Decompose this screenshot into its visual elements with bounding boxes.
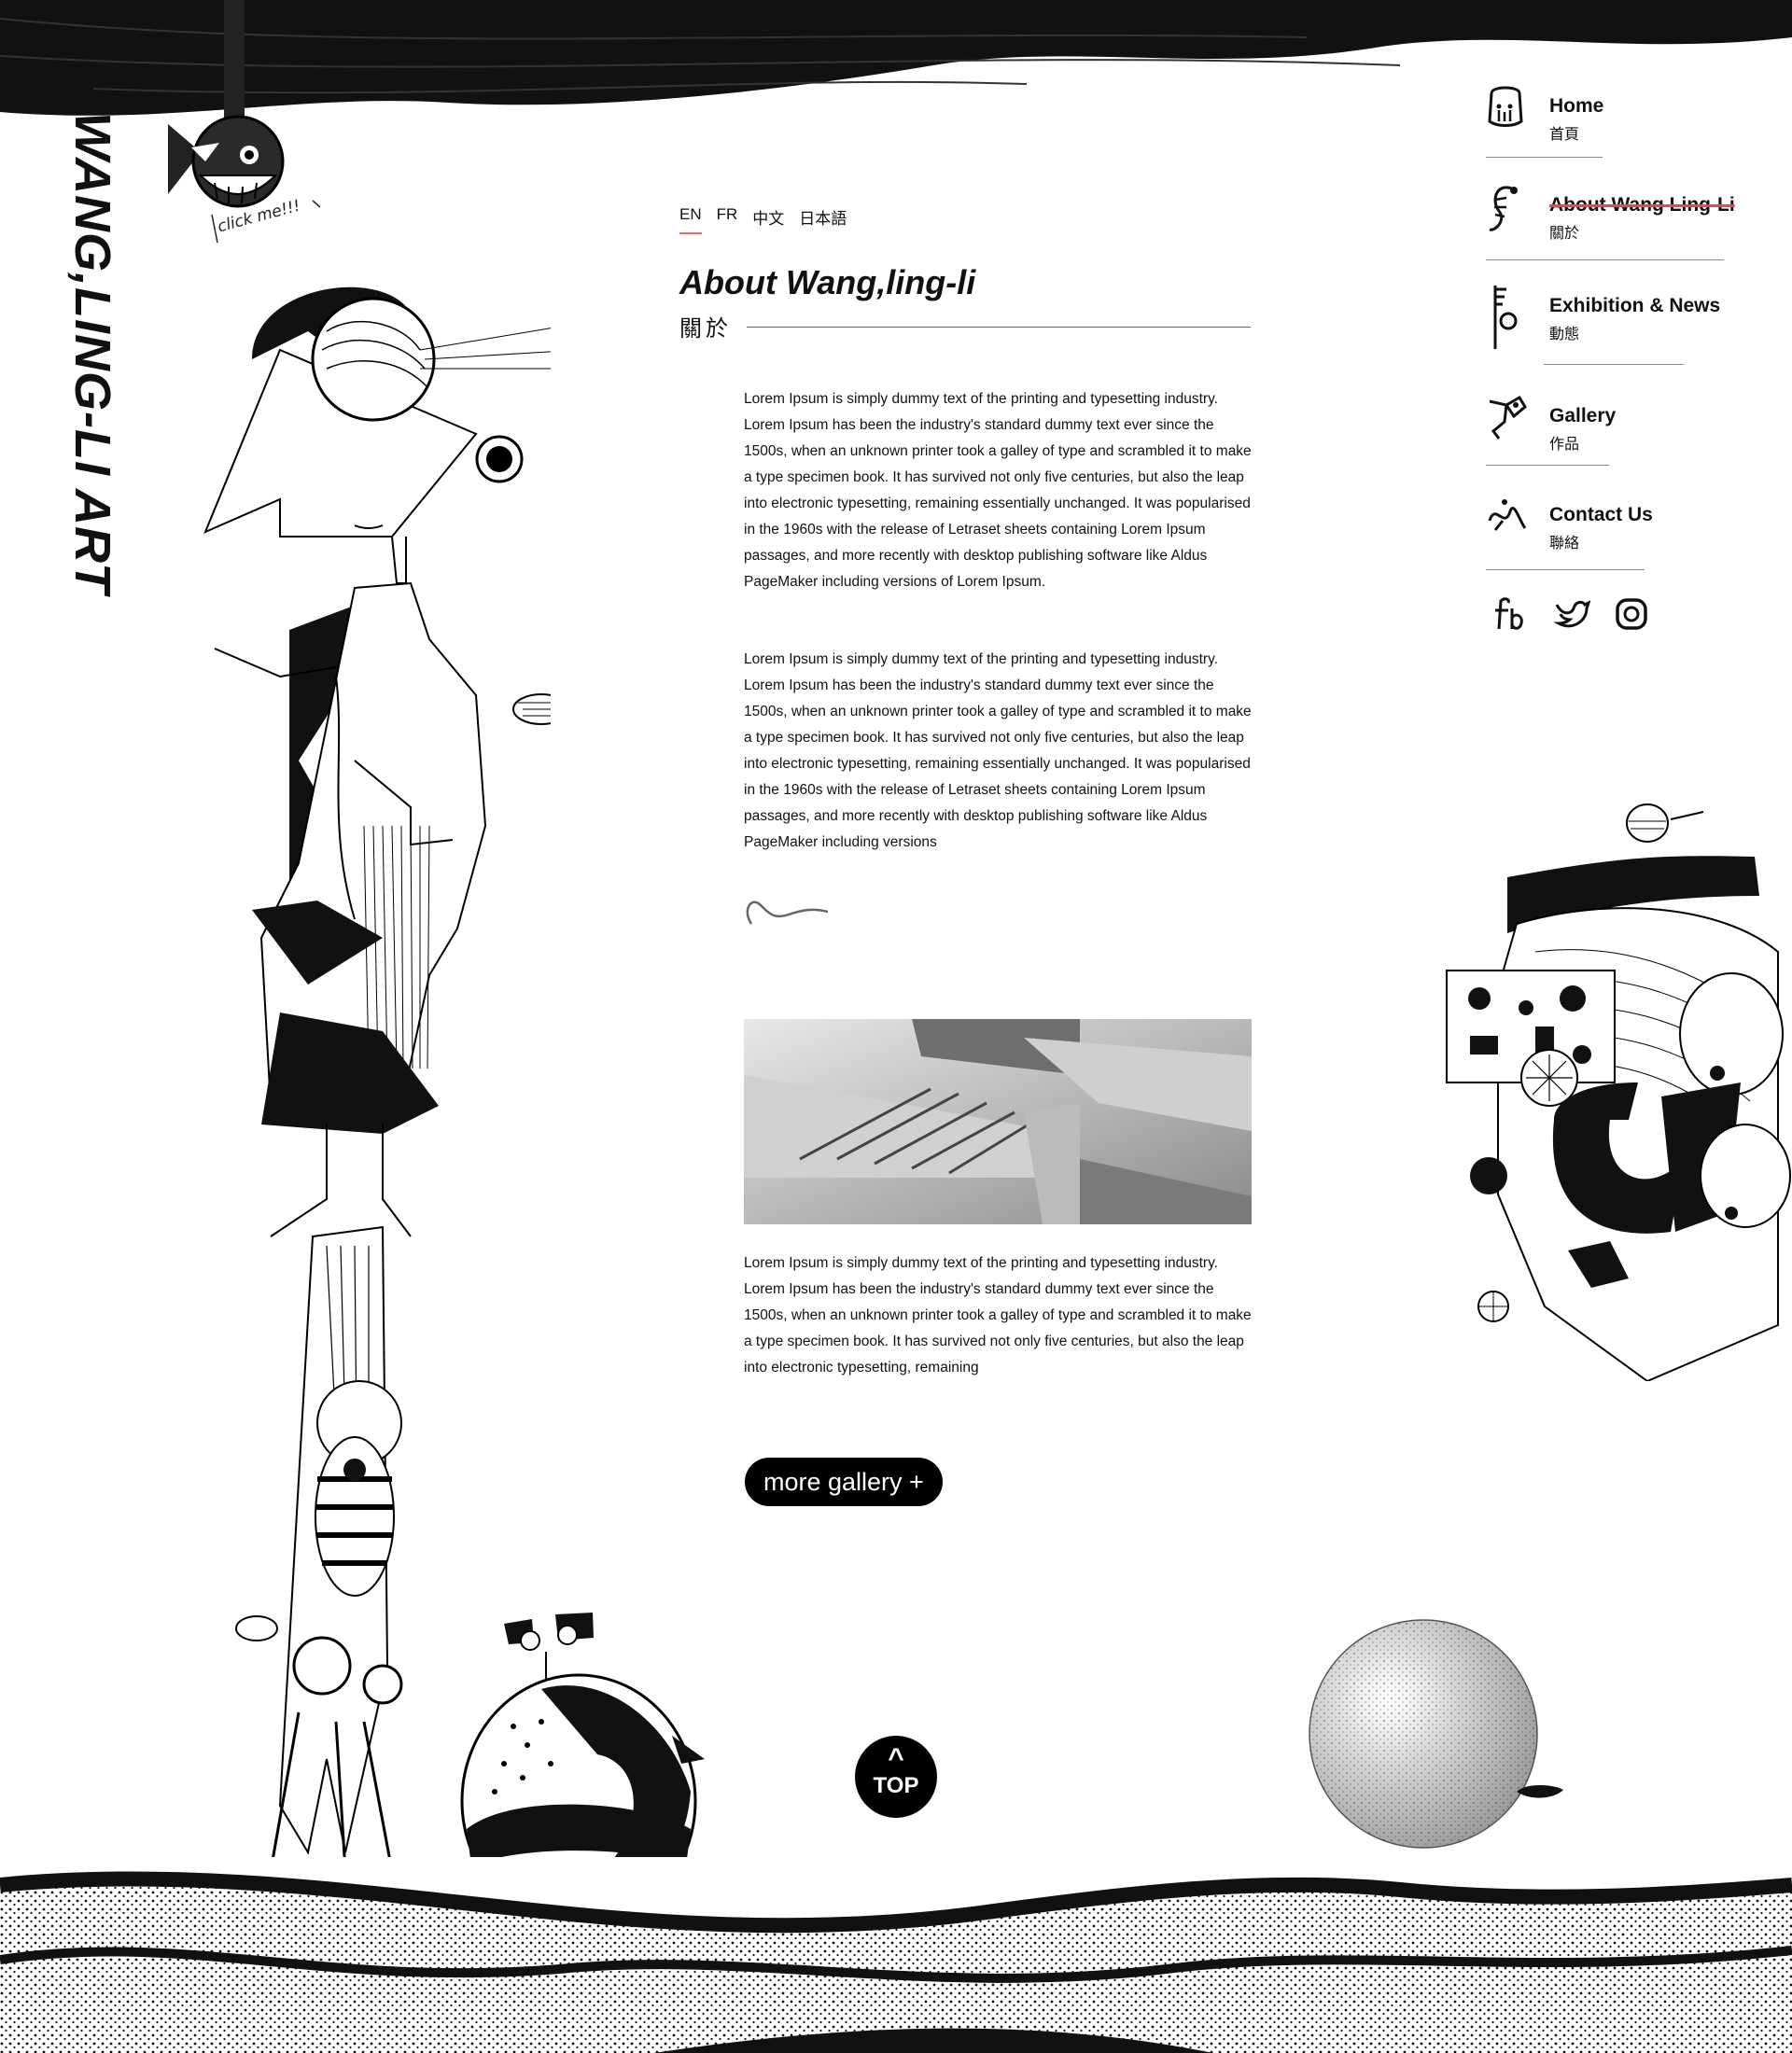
face-icon bbox=[1488, 86, 1523, 127]
nav-contact-label: Contact Us bbox=[1549, 504, 1653, 525]
nav-divider bbox=[1486, 569, 1645, 570]
facebook-icon[interactable] bbox=[1491, 595, 1529, 633]
page-title-zh: 關於 bbox=[679, 315, 732, 342]
nav-divider bbox=[1544, 364, 1684, 365]
creature-icon bbox=[1489, 395, 1527, 440]
nav-home-label-zh: 首頁 bbox=[1549, 125, 1580, 143]
nav-home-label: Home bbox=[1549, 95, 1604, 117]
lang-fr[interactable]: FR bbox=[717, 205, 738, 234]
studio-photo bbox=[744, 1019, 1252, 1224]
squiggle-divider bbox=[746, 901, 829, 925]
nav-exhibition-label-zh: 動態 bbox=[1549, 325, 1580, 342]
back-to-top-button[interactable]: ^ TOP bbox=[855, 1736, 937, 1818]
nav-item-home[interactable]: Home 首頁 bbox=[1486, 84, 1729, 159]
site-logo[interactable]: WANG,LING-LI ART bbox=[63, 112, 121, 594]
right-creature-illustration bbox=[1446, 803, 1791, 1381]
key-icon bbox=[1493, 286, 1518, 349]
nav-item-about[interactable]: About Wang Ling-Li 關於 bbox=[1486, 183, 1735, 260]
lang-ja[interactable]: 日本語 bbox=[799, 205, 847, 234]
bottom-ink-hills bbox=[0, 1857, 1792, 2053]
twitter-icon[interactable] bbox=[1553, 595, 1590, 633]
nav-gallery-label-zh: 作品 bbox=[1549, 435, 1580, 453]
instagram-icon[interactable] bbox=[1613, 595, 1650, 633]
language-switcher: EN FR 中文 日本語 bbox=[679, 205, 847, 234]
lang-en[interactable]: EN bbox=[679, 205, 702, 234]
chevron-up-icon: ^ bbox=[888, 1743, 904, 1774]
nav-gallery-label: Gallery bbox=[1549, 405, 1617, 426]
nav-contact-label-zh: 聯絡 bbox=[1549, 534, 1580, 552]
about-paragraph-3: Lorem Ipsum is simply dummy text of the … bbox=[744, 1255, 1252, 1376]
page-title: About Wang,ling-li bbox=[679, 263, 976, 301]
dotted-sphere-illustration bbox=[1309, 1619, 1563, 1849]
top-label: TOP bbox=[873, 1773, 919, 1798]
lang-zh[interactable]: 中文 bbox=[752, 205, 784, 234]
nav-item-exhibition[interactable]: Exhibition & News 動態 bbox=[1486, 284, 1729, 365]
more-gallery-button[interactable]: more gallery + bbox=[745, 1458, 943, 1506]
nav-item-gallery[interactable]: Gallery 作品 bbox=[1486, 394, 1729, 468]
nav-about-label-zh: 關於 bbox=[1549, 224, 1580, 242]
about-paragraph-2: Lorem Ipsum is simply dummy text of the … bbox=[744, 651, 1252, 850]
worm-icon bbox=[1489, 186, 1518, 231]
nav-divider bbox=[1486, 157, 1603, 158]
title-divider bbox=[747, 327, 1251, 328]
nav-divider bbox=[1486, 465, 1609, 466]
squiggle-creature-icon bbox=[1488, 499, 1527, 531]
about-paragraph-1: Lorem Ipsum is simply dummy text of the … bbox=[744, 391, 1252, 590]
nav-item-contact[interactable]: Contact Us 聯絡 bbox=[1486, 493, 1729, 570]
nav-divider bbox=[1486, 259, 1724, 260]
nav-exhibition-label: Exhibition & News bbox=[1549, 295, 1721, 316]
nav-about-label: About Wang Ling-Li bbox=[1549, 194, 1735, 216]
